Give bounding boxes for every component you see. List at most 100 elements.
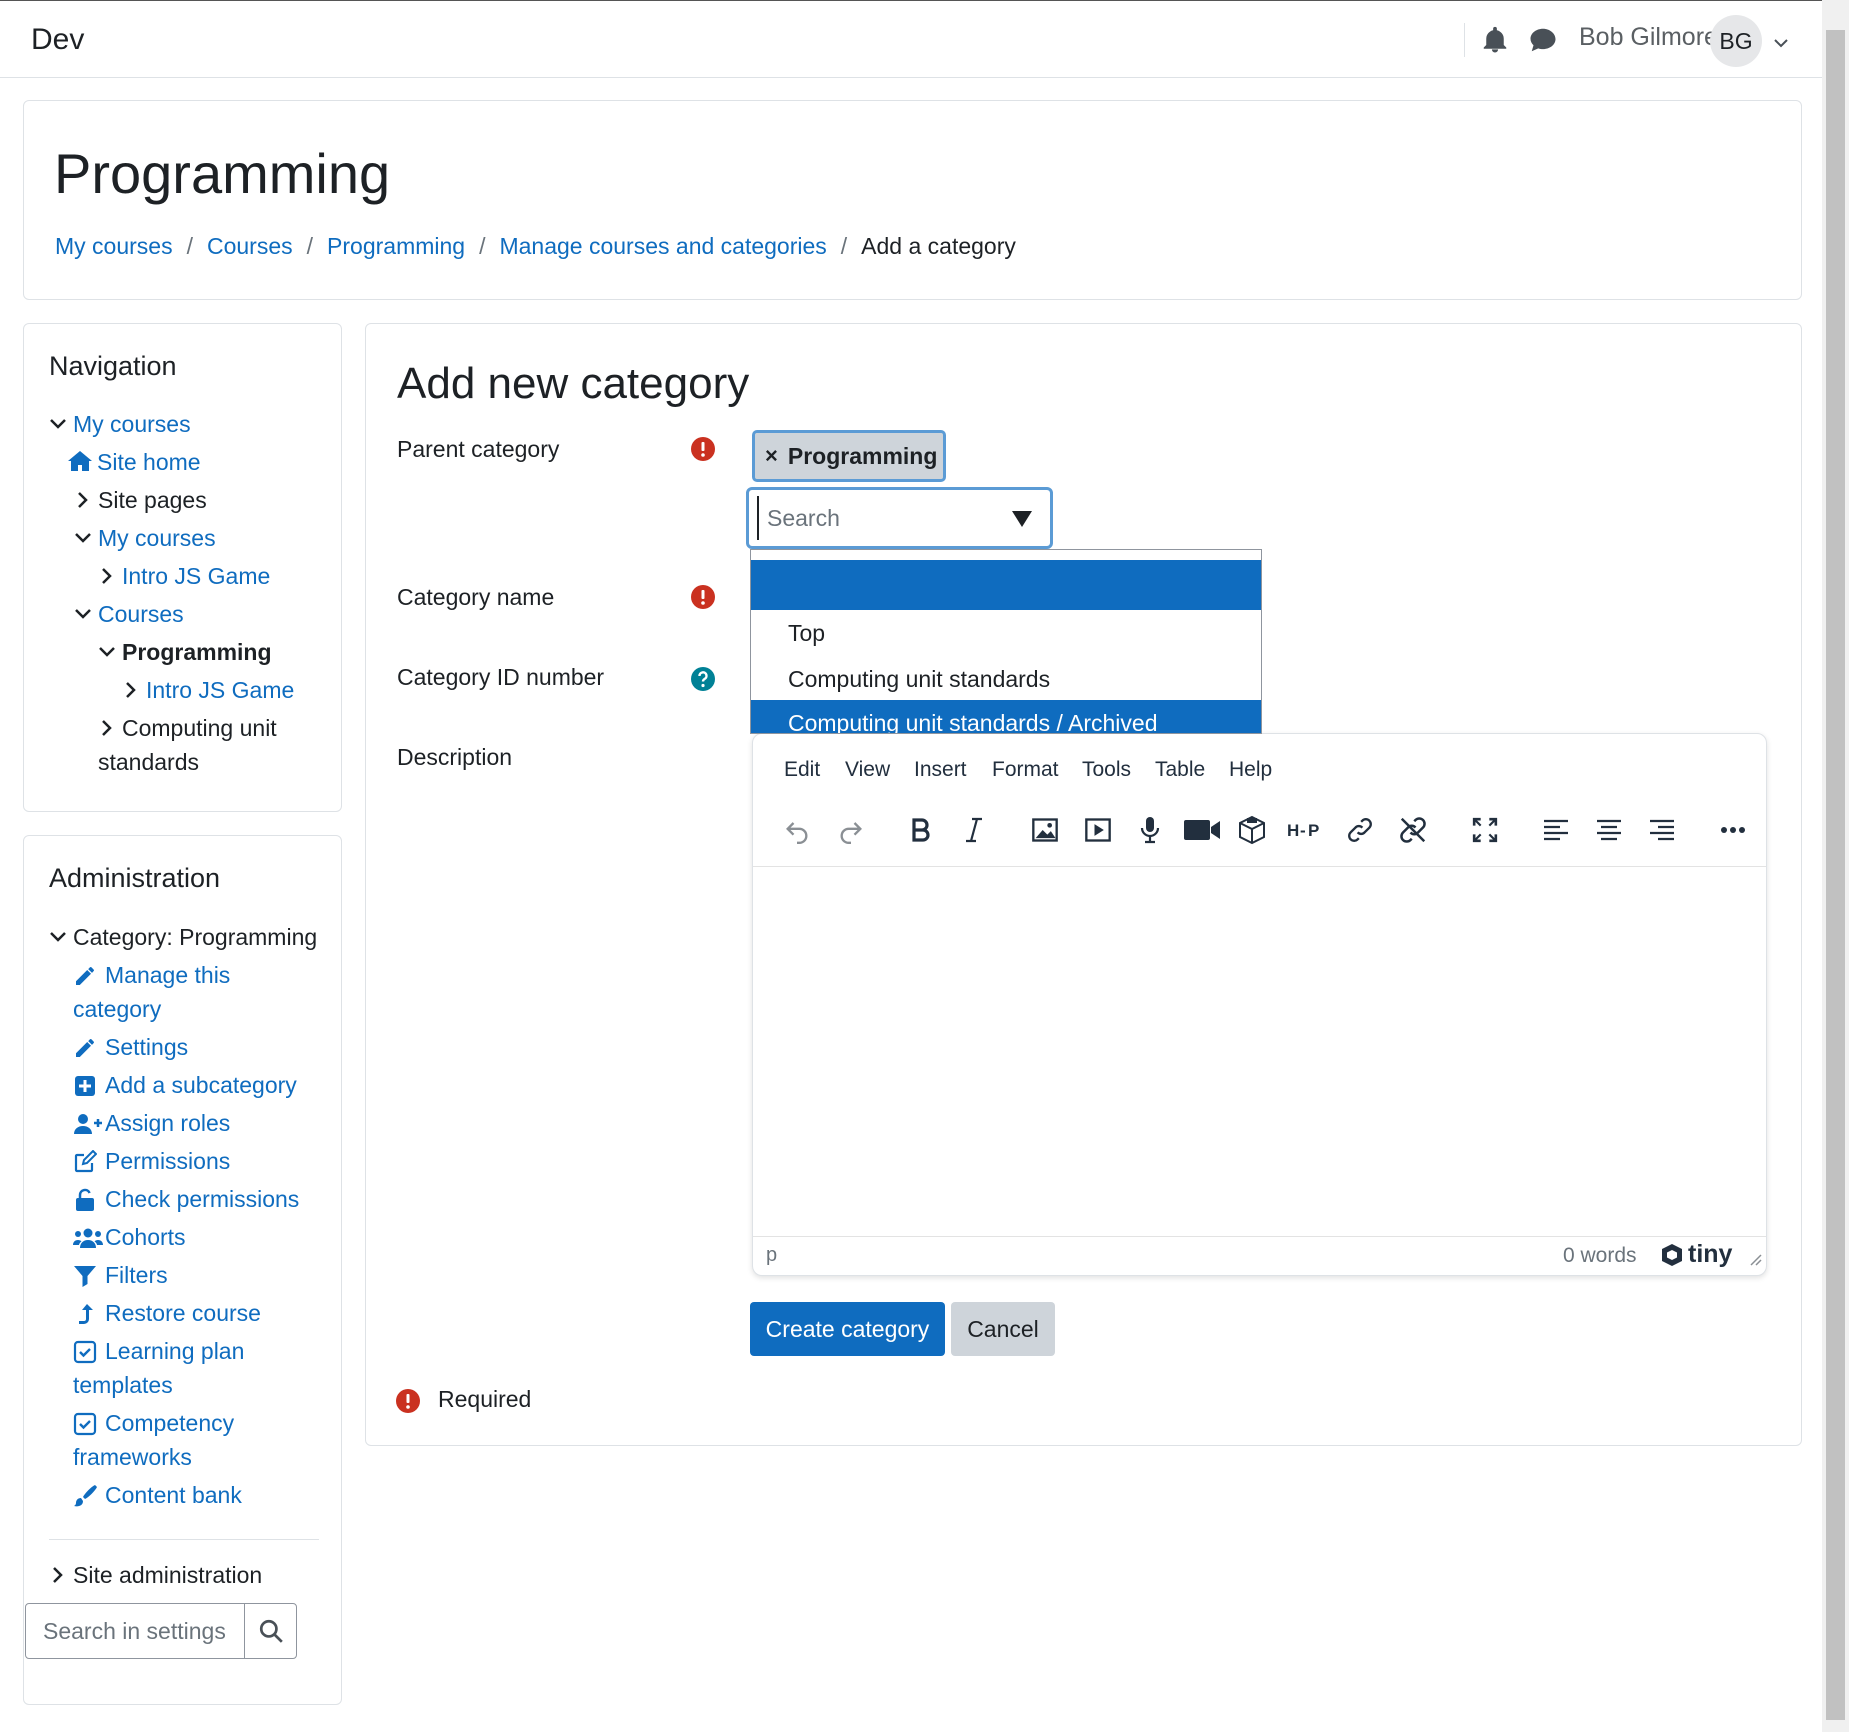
breadcrumb-programming[interactable]: Programming	[327, 233, 465, 260]
editor-menu-format[interactable]: Format	[992, 758, 1059, 782]
remove-icon[interactable]: ×	[765, 443, 778, 469]
nav-item-courses[interactable]: Courses	[74, 597, 184, 631]
fullscreen-icon[interactable]	[1467, 812, 1503, 848]
dropdown-option-computing-unit-standards[interactable]: Computing unit standards	[751, 656, 1261, 702]
editor-menu-edit[interactable]: Edit	[784, 758, 820, 782]
admin-item-competency[interactable]: Competency	[105, 1406, 234, 1440]
admin-item-label[interactable]: frameworks	[73, 1444, 192, 1470]
italic-icon[interactable]	[956, 812, 992, 848]
nav-item-computing-unit-standards-line2[interactable]: standards	[98, 745, 199, 779]
admin-category-label[interactable]: Category: Programming	[73, 924, 317, 950]
undo-icon[interactable]	[779, 812, 815, 848]
admin-site-administration-label[interactable]: Site administration	[73, 1562, 262, 1588]
align-center-icon[interactable]	[1591, 812, 1627, 848]
admin-item-label[interactable]: Restore course	[105, 1300, 261, 1326]
admin-item-manage-category[interactable]: Manage this	[105, 958, 230, 992]
admin-site-administration[interactable]: Site administration	[49, 1558, 262, 1592]
h5p-icon[interactable]: H-P	[1286, 812, 1326, 848]
nav-item-intro-js-game[interactable]: Intro JS Game	[98, 559, 270, 593]
package-icon[interactable]	[1234, 812, 1270, 848]
breadcrumb-manage-categories[interactable]: Manage courses and categories	[499, 233, 826, 260]
editor-word-count[interactable]: 0 words	[1563, 1244, 1637, 1268]
dropdown-option-blank[interactable]	[751, 560, 1261, 610]
nav-item-label[interactable]: Computing unit	[122, 715, 277, 741]
image-icon[interactable]	[1027, 812, 1063, 848]
unlink-icon[interactable]	[1395, 812, 1431, 848]
align-right-icon[interactable]	[1644, 812, 1680, 848]
nav-item-label[interactable]: Site pages	[98, 487, 207, 513]
settings-search-button[interactable]	[244, 1604, 296, 1658]
admin-item-restore-course[interactable]: Restore course	[105, 1296, 261, 1330]
editor-menu-view[interactable]: View	[845, 758, 890, 782]
required-icon[interactable]	[690, 436, 716, 462]
admin-item-add-subcategory[interactable]: Add a subcategory	[105, 1068, 297, 1102]
admin-item-label[interactable]: Content bank	[105, 1482, 242, 1508]
editor-element-path[interactable]: p	[766, 1244, 777, 1267]
create-category-button[interactable]: Create category	[750, 1302, 945, 1356]
admin-item-label[interactable]: templates	[73, 1372, 173, 1398]
nav-item-site-pages[interactable]: Site pages	[74, 483, 207, 517]
chevron-down-icon[interactable]	[1772, 31, 1790, 49]
admin-item-label[interactable]: Cohorts	[105, 1224, 186, 1250]
admin-item-label[interactable]: Add a subcategory	[105, 1072, 297, 1098]
editor-content-area[interactable]	[753, 868, 1766, 1234]
admin-item-permissions[interactable]: Permissions	[105, 1144, 230, 1178]
dropdown-option-top[interactable]: Top	[751, 610, 1261, 656]
nav-item-label[interactable]: Intro JS Game	[146, 677, 294, 703]
nav-item-label[interactable]: My courses	[73, 411, 191, 437]
bold-icon[interactable]	[903, 812, 939, 848]
admin-item-label[interactable]: Assign roles	[105, 1110, 230, 1136]
tiny-logo[interactable]: tiny	[1660, 1240, 1732, 1269]
admin-item-label[interactable]: Competency	[105, 1410, 234, 1436]
admin-item-learning-plan[interactable]: Learning plan	[105, 1334, 244, 1368]
nav-item-my-courses[interactable]: My courses	[49, 407, 191, 441]
admin-item-label[interactable]: Permissions	[105, 1148, 230, 1174]
nav-item-site-home[interactable]: Site home	[67, 445, 201, 479]
admin-item-learning-plan-line2[interactable]: templates	[73, 1368, 173, 1402]
nav-item-computing-unit-standards[interactable]: Computing unit	[98, 711, 277, 745]
bell-icon[interactable]	[1480, 25, 1510, 55]
admin-item-label[interactable]: Manage this	[105, 962, 230, 988]
admin-item-competency-line2[interactable]: frameworks	[73, 1440, 192, 1474]
more-icon[interactable]	[1715, 812, 1751, 848]
caret-down-icon[interactable]	[1011, 510, 1033, 528]
help-icon[interactable]	[690, 666, 716, 692]
microphone-icon[interactable]	[1132, 812, 1168, 848]
required-icon[interactable]	[690, 584, 716, 610]
nav-item-intro-js-game-2[interactable]: Intro JS Game	[122, 673, 294, 707]
editor-menu-table[interactable]: Table	[1155, 758, 1205, 782]
parent-category-search-input[interactable]	[757, 496, 997, 540]
dropdown-option-archived[interactable]: Computing unit standards / Archived	[751, 700, 1261, 733]
align-left-icon[interactable]	[1538, 812, 1574, 848]
admin-item-content-bank[interactable]: Content bank	[105, 1478, 242, 1512]
admin-item-filters[interactable]: Filters	[105, 1258, 168, 1292]
link-icon[interactable]	[1342, 812, 1378, 848]
parent-category-chip[interactable]: × Programming	[752, 430, 946, 482]
editor-menu-insert[interactable]: Insert	[914, 758, 967, 782]
nav-item-label[interactable]: Courses	[98, 601, 184, 627]
nav-item-label[interactable]: Intro JS Game	[122, 563, 270, 589]
nav-item-label[interactable]: Programming	[122, 639, 272, 665]
nav-item-label[interactable]: My courses	[98, 525, 216, 551]
nav-item-label[interactable]: standards	[98, 749, 199, 775]
nav-item-programming[interactable]: Programming	[98, 635, 272, 669]
user-avatar[interactable]: BG	[1710, 15, 1762, 67]
video-icon[interactable]	[1080, 812, 1116, 848]
admin-item-cohorts[interactable]: Cohorts	[105, 1220, 186, 1254]
admin-item-label[interactable]: Settings	[105, 1034, 188, 1060]
nav-item-my-courses-sub[interactable]: My courses	[74, 521, 216, 555]
nav-item-label[interactable]: Site home	[97, 449, 201, 475]
admin-item-label[interactable]: Learning plan	[105, 1338, 244, 1364]
admin-item-manage-category-line2[interactable]: category	[73, 992, 161, 1026]
breadcrumb-courses[interactable]: Courses	[207, 233, 293, 260]
resize-handle-icon[interactable]	[1748, 1252, 1762, 1266]
chat-icon[interactable]	[1528, 25, 1558, 55]
video-camera-icon[interactable]	[1181, 812, 1223, 848]
cancel-button[interactable]: Cancel	[951, 1302, 1055, 1356]
admin-item-label[interactable]: category	[73, 996, 161, 1022]
editor-menu-help[interactable]: Help	[1229, 758, 1272, 782]
admin-item-assign-roles[interactable]: Assign roles	[105, 1106, 230, 1140]
editor-menu-tools[interactable]: Tools	[1082, 758, 1131, 782]
admin-item-label[interactable]: Check permissions	[105, 1186, 299, 1212]
admin-item-settings[interactable]: Settings	[105, 1030, 188, 1064]
